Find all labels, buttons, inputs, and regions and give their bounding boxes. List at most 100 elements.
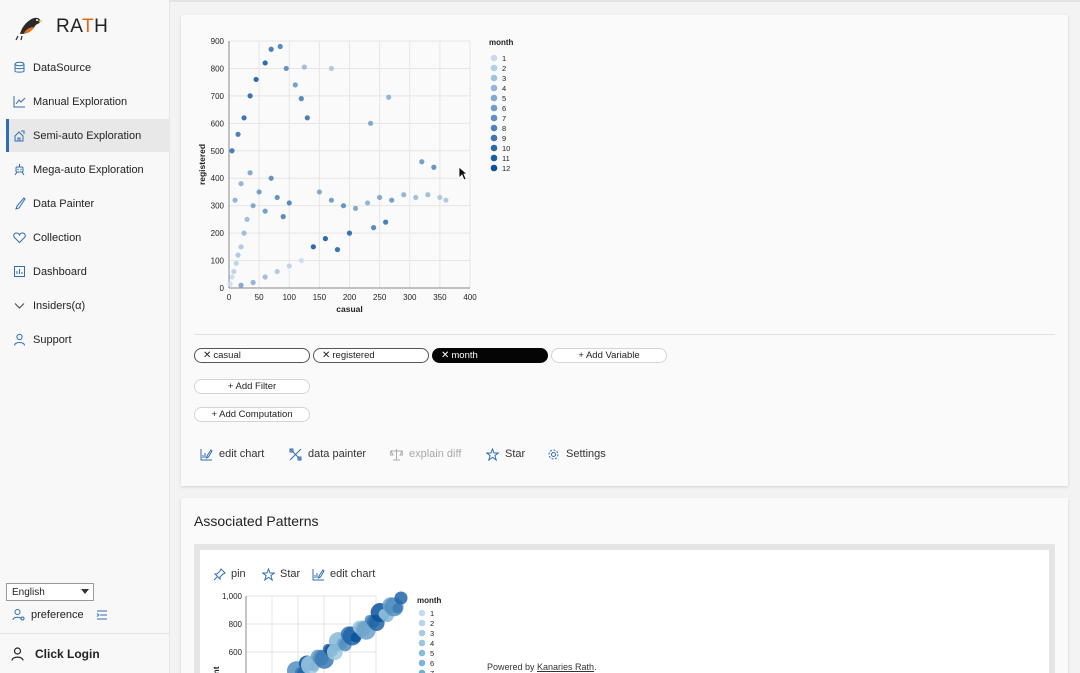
scatter-chart[interactable]: 0 50 100 150 200 250 300 350 400 0 100 200 300 400 500… [193, 33, 533, 323]
star-button[interactable]: Star [486, 446, 525, 462]
variable-pill-registered[interactable]: ✕ registered [313, 348, 429, 363]
edit-chart-icon [312, 568, 325, 580]
legend-swatch [490, 134, 498, 142]
add-variable-button[interactable]: + Add Variable [551, 348, 667, 363]
star-button-pattern[interactable]: Star [262, 566, 300, 582]
sidebar-item-label: Semi-auto Exploration [33, 129, 142, 142]
close-icon[interactable]: ✕ [322, 350, 330, 361]
variable-pill-casual[interactable]: ✕ casual [194, 348, 310, 363]
login-button[interactable]: Click Login [0, 633, 170, 673]
close-icon[interactable]: ✕ [203, 350, 211, 361]
y-axis-title: registered [197, 144, 207, 185]
data-point [401, 192, 407, 198]
chevron-down-icon [12, 299, 26, 313]
legend-swatch [490, 124, 498, 132]
collapse-menu-icon[interactable] [96, 610, 108, 620]
data-point [262, 274, 268, 280]
data-point [238, 181, 244, 187]
data-point [238, 244, 244, 250]
data-point [262, 208, 268, 214]
sidebar-item-dashboard[interactable]: Dashboard [6, 255, 169, 288]
legend-swatch [418, 609, 426, 617]
sidebar-item-data-painter[interactable]: Data Painter [6, 187, 169, 220]
variable-label: month [451, 350, 478, 361]
variable-pill-month[interactable]: ✕ month [432, 348, 548, 363]
data-point [241, 115, 247, 121]
y-tick-label: 400 [211, 174, 225, 183]
data-point [425, 192, 431, 198]
data-point [431, 164, 437, 170]
explain-diff-button[interactable]: explain diff [390, 446, 461, 462]
y-tick-label: 700 [211, 92, 225, 101]
sidebar-item-semi-auto-exploration[interactable]: Semi-auto Exploration [6, 119, 169, 152]
add-filter-button[interactable]: + Add Filter [194, 379, 310, 394]
dropdown-arrow-icon [81, 589, 89, 594]
legend-label: 4 [430, 639, 434, 648]
action-label: Star [280, 568, 301, 580]
legend-swatch [418, 659, 426, 667]
kanaries-link[interactable]: Kanaries Rath [537, 662, 594, 672]
data-point [301, 64, 307, 70]
app-root: RATH DataSource Manual Exploration Semi-… [0, 0, 1080, 673]
data-point [229, 274, 235, 280]
legend-label: 3 [430, 629, 434, 638]
sidebar-item-label: Data Painter [33, 197, 95, 210]
close-icon[interactable]: ✕ [441, 350, 449, 361]
legend-swatch [490, 74, 498, 82]
brush-icon [12, 197, 26, 211]
line-chart-icon [12, 95, 26, 109]
legend-label: 4 [502, 84, 506, 93]
balance-scale-icon [390, 448, 403, 460]
language-select[interactable]: English [6, 583, 94, 601]
gear-icon [548, 449, 559, 459]
legend-swatch [490, 64, 498, 72]
associated-patterns-title: Associated Patterns [194, 513, 319, 529]
powered-suffix: . [594, 662, 597, 672]
edit-chart-button-pattern[interactable]: edit chart [312, 566, 375, 582]
star-icon [486, 447, 499, 461]
data-point [367, 120, 374, 126]
data-point [386, 94, 392, 100]
action-label: edit chart [219, 448, 265, 460]
login-label: Click Login [35, 646, 100, 661]
x-tick-label: 300 [403, 293, 417, 302]
sidebar-item-datasource[interactable]: DataSource [6, 51, 169, 84]
data-point [316, 189, 322, 195]
sidebar-item-manual-exploration[interactable]: Manual Exploration [6, 85, 169, 118]
x-tick-label: 350 [433, 293, 447, 302]
sidebar-item-label: Support [33, 333, 72, 346]
preference-row[interactable]: preference [12, 608, 108, 621]
add-computation-button[interactable]: + Add Computation [194, 407, 310, 422]
data-point [274, 194, 280, 201]
data-point [247, 93, 253, 99]
x-tick-label: 50 [255, 293, 264, 302]
sidebar-item-mega-auto-exploration[interactable]: Mega-auto Exploration [6, 153, 169, 186]
data-point [419, 159, 425, 165]
data-point [233, 260, 239, 266]
data-point [253, 76, 259, 83]
y-tick-label: 800 [229, 620, 243, 629]
sidebar-item-insiders[interactable]: Insiders(α) [6, 289, 169, 322]
legend-swatch [490, 84, 498, 92]
legend-label: 1 [502, 54, 506, 63]
data-point [250, 279, 256, 286]
data-point [238, 282, 244, 288]
app-logo[interactable]: RATH [14, 10, 108, 44]
data-point [346, 230, 353, 236]
sidebar: RATH DataSource Manual Exploration Semi-… [0, 0, 170, 673]
pattern-scatter-chart[interactable]: 600 800 1,000 count month 1234567 [205, 588, 455, 673]
data-point [437, 194, 443, 201]
y-tick-label: 900 [211, 37, 225, 46]
settings-button[interactable]: Settings [547, 446, 606, 462]
sidebar-item-support[interactable]: Support [6, 323, 169, 356]
legend-label: 8 [502, 124, 506, 133]
action-label: data painter [308, 448, 367, 460]
sidebar-item-collection[interactable]: Collection [6, 221, 169, 254]
pin-button[interactable]: pin [213, 566, 246, 582]
legend-label: 5 [430, 649, 434, 658]
y-tick-label: 100 [211, 257, 225, 266]
y-tick-label: 300 [211, 202, 225, 211]
data-painter-button[interactable]: data painter [289, 446, 366, 462]
edit-chart-button[interactable]: edit chart [200, 446, 264, 462]
paint-tools-icon [289, 448, 302, 460]
